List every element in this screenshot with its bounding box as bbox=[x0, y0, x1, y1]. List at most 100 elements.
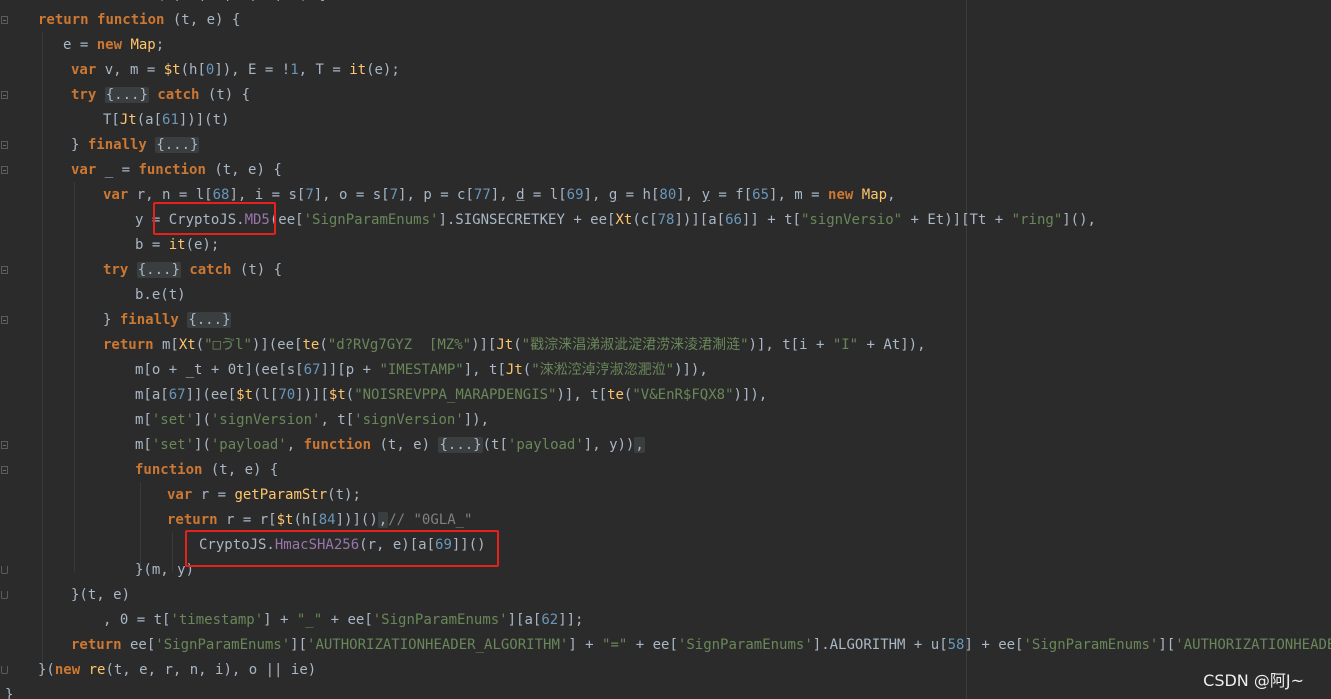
fold-end-marker-icon[interactable] bbox=[1, 591, 8, 599]
code-line[interactable]: return ee['SignParamEnums']['AUTHORIZATI… bbox=[71, 633, 1331, 658]
highlight-box-hmacsha256 bbox=[185, 530, 499, 567]
code-keyword: var bbox=[71, 62, 97, 78]
code-keyword: return bbox=[103, 337, 154, 353]
code-line[interactable]: }(new re(t, e, r, n, i), o || ie) bbox=[38, 658, 316, 683]
code-number: 78 bbox=[657, 212, 675, 228]
code-keyword: try bbox=[71, 87, 97, 103]
csdn-watermark: CSDN @阿J~ bbox=[1203, 671, 1304, 690]
code-text: m[ bbox=[135, 437, 152, 453]
code-line[interactable]: b = it(e); bbox=[135, 233, 219, 258]
code-line[interactable]: m[o + _t + 0t](ee[s[67]][p + "IMESTAMP"]… bbox=[135, 358, 708, 383]
code-string: "NOISREVPPA_MARAPDENGIS" bbox=[354, 387, 557, 403]
folded-block[interactable]: {...} bbox=[155, 137, 200, 153]
code-line[interactable]: , 0 = t['timestamp'] + "_" + ee['SignPar… bbox=[103, 608, 583, 633]
code-line[interactable]: function (t, e) { bbox=[135, 458, 278, 483]
code-keyword: function bbox=[81, 0, 148, 3]
code-text: ], p = c[ bbox=[398, 187, 474, 203]
code-line[interactable]: } bbox=[5, 683, 13, 699]
code-text: )][ bbox=[471, 337, 497, 353]
code-text: (l[ bbox=[253, 387, 279, 403]
code-line[interactable]: } finally {...} bbox=[103, 308, 232, 333]
code-text: , bbox=[286, 437, 304, 453]
fold-marker-icon[interactable] bbox=[1, 91, 8, 99]
code-line[interactable]: var r = getParamStr(t); bbox=[167, 483, 361, 508]
code-text: ]][p + bbox=[320, 362, 380, 378]
code-text: (t) { bbox=[231, 262, 283, 278]
code-line[interactable]: try {...} catch (t) { bbox=[71, 83, 250, 108]
code-string: 'set' bbox=[151, 437, 195, 453]
code-editor[interactable]: var Ot = function (t, e, r, n, i, o) { r… bbox=[0, 0, 1331, 699]
code-text: (t); bbox=[327, 487, 361, 503]
code-keyword: new bbox=[96, 37, 123, 53]
code-keyword: function bbox=[138, 162, 206, 178]
code-text: ], bbox=[583, 187, 609, 203]
code-string: 'AUTHORIZATIONHEADER_ALGORITHM' bbox=[307, 637, 569, 653]
highlight-box-md5 bbox=[153, 202, 276, 235]
code-text: ] + bbox=[263, 612, 297, 628]
code-line[interactable]: y = CryptoJS.MD5(ee['SignParamEnums'].SI… bbox=[135, 208, 1096, 233]
code-line[interactable]: m[a[67]](ee[$t(l[70])][$t("NOISREVPPA_MA… bbox=[135, 383, 767, 408]
fold-marker-icon[interactable] bbox=[1, 441, 8, 449]
code-line[interactable]: }(t, e) bbox=[71, 583, 130, 608]
code-line[interactable]: return function (t, e) { bbox=[38, 8, 240, 33]
code-line[interactable]: T[Jt(a[61])](t) bbox=[103, 108, 229, 133]
code-text: ( bbox=[345, 387, 355, 403]
code-text: e = bbox=[63, 37, 97, 53]
code-string: 'AUTHORIZATIONHEADER_SIGNE bbox=[1175, 637, 1331, 653]
fold-marker-icon[interactable] bbox=[1, 316, 8, 324]
code-number: 58 bbox=[947, 637, 965, 653]
code-text: + At]), bbox=[858, 337, 926, 353]
code-text: b.e(t) bbox=[135, 287, 186, 303]
code-keyword: try bbox=[103, 262, 129, 278]
fold-end-marker-icon[interactable] bbox=[1, 566, 8, 574]
fold-marker-icon[interactable] bbox=[1, 466, 8, 474]
code-text: r = bbox=[192, 487, 235, 503]
code-text: (t) { bbox=[199, 87, 251, 103]
code-line[interactable]: m['set']('payload', function (t, e) {...… bbox=[135, 433, 645, 458]
code-line[interactable]: try {...} catch (t) { bbox=[103, 258, 282, 283]
folded-block[interactable]: , bbox=[377, 512, 389, 528]
code-text: ][ bbox=[1158, 637, 1176, 653]
code-line[interactable]: var _ = function (t, e) { bbox=[71, 158, 282, 183]
fold-marker-icon[interactable] bbox=[1, 166, 8, 174]
fold-marker-icon[interactable] bbox=[1, 141, 8, 149]
code-identifier: getParamStr bbox=[234, 487, 328, 503]
code-string: "戳淙涞淐涕淑泚淀涒涝涞淩涒淛涟" bbox=[521, 337, 749, 353]
code-line[interactable]: } finally {...} bbox=[71, 133, 200, 158]
code-string: 'timestamp' bbox=[170, 612, 264, 628]
fold-end-marker-icon[interactable] bbox=[1, 666, 8, 674]
code-keyword: return bbox=[71, 637, 122, 653]
code-text: + ee[ bbox=[322, 612, 373, 628]
code-number: 68 bbox=[212, 187, 230, 203]
code-text: (t, e, r, n, i), o || ie) bbox=[105, 662, 317, 678]
code-line[interactable]: return m[Xt("□ゔl")](ee[te("d?RVg7GYZ [MZ… bbox=[103, 333, 926, 358]
folded-block[interactable]: {...} bbox=[136, 262, 181, 278]
code-text: ] + bbox=[568, 637, 603, 653]
fold-marker-icon[interactable] bbox=[1, 16, 8, 24]
folded-block[interactable]: , bbox=[634, 437, 645, 453]
code-line[interactable]: var Ot = function (t, e, r, n, i, o) { bbox=[5, 0, 325, 8]
code-line[interactable]: b.e(t) bbox=[135, 283, 186, 308]
code-line[interactable]: m['set']('signVersion', t['signVersion']… bbox=[135, 408, 489, 433]
code-number: 77 bbox=[473, 187, 491, 203]
folded-block[interactable]: {...} bbox=[187, 312, 232, 328]
code-text: (t, e) { bbox=[202, 462, 279, 478]
code-keyword: var bbox=[167, 487, 193, 503]
code-text: )](ee[ bbox=[251, 337, 303, 353]
code-text: = h[ bbox=[617, 187, 660, 203]
code-variable: y bbox=[701, 187, 710, 203]
fold-marker-icon[interactable] bbox=[1, 266, 8, 274]
code-text: + Et)][Tt + bbox=[902, 212, 1012, 228]
code-text: m[ bbox=[153, 337, 179, 353]
code-string: "=" bbox=[602, 637, 628, 653]
code-line[interactable]: e = new Map; bbox=[63, 33, 164, 58]
code-text: ], m = bbox=[769, 187, 829, 203]
code-text: r, n = l[ bbox=[128, 187, 213, 203]
folded-block[interactable]: {...} bbox=[104, 87, 149, 103]
indent-guide bbox=[42, 32, 43, 672]
code-text: } bbox=[71, 137, 88, 153]
code-line[interactable]: var v, m = $t(h[0]), E = !1, T = it(e); bbox=[71, 58, 400, 83]
code-number: 67 bbox=[168, 387, 186, 403]
folded-block[interactable]: {...} bbox=[438, 437, 483, 453]
